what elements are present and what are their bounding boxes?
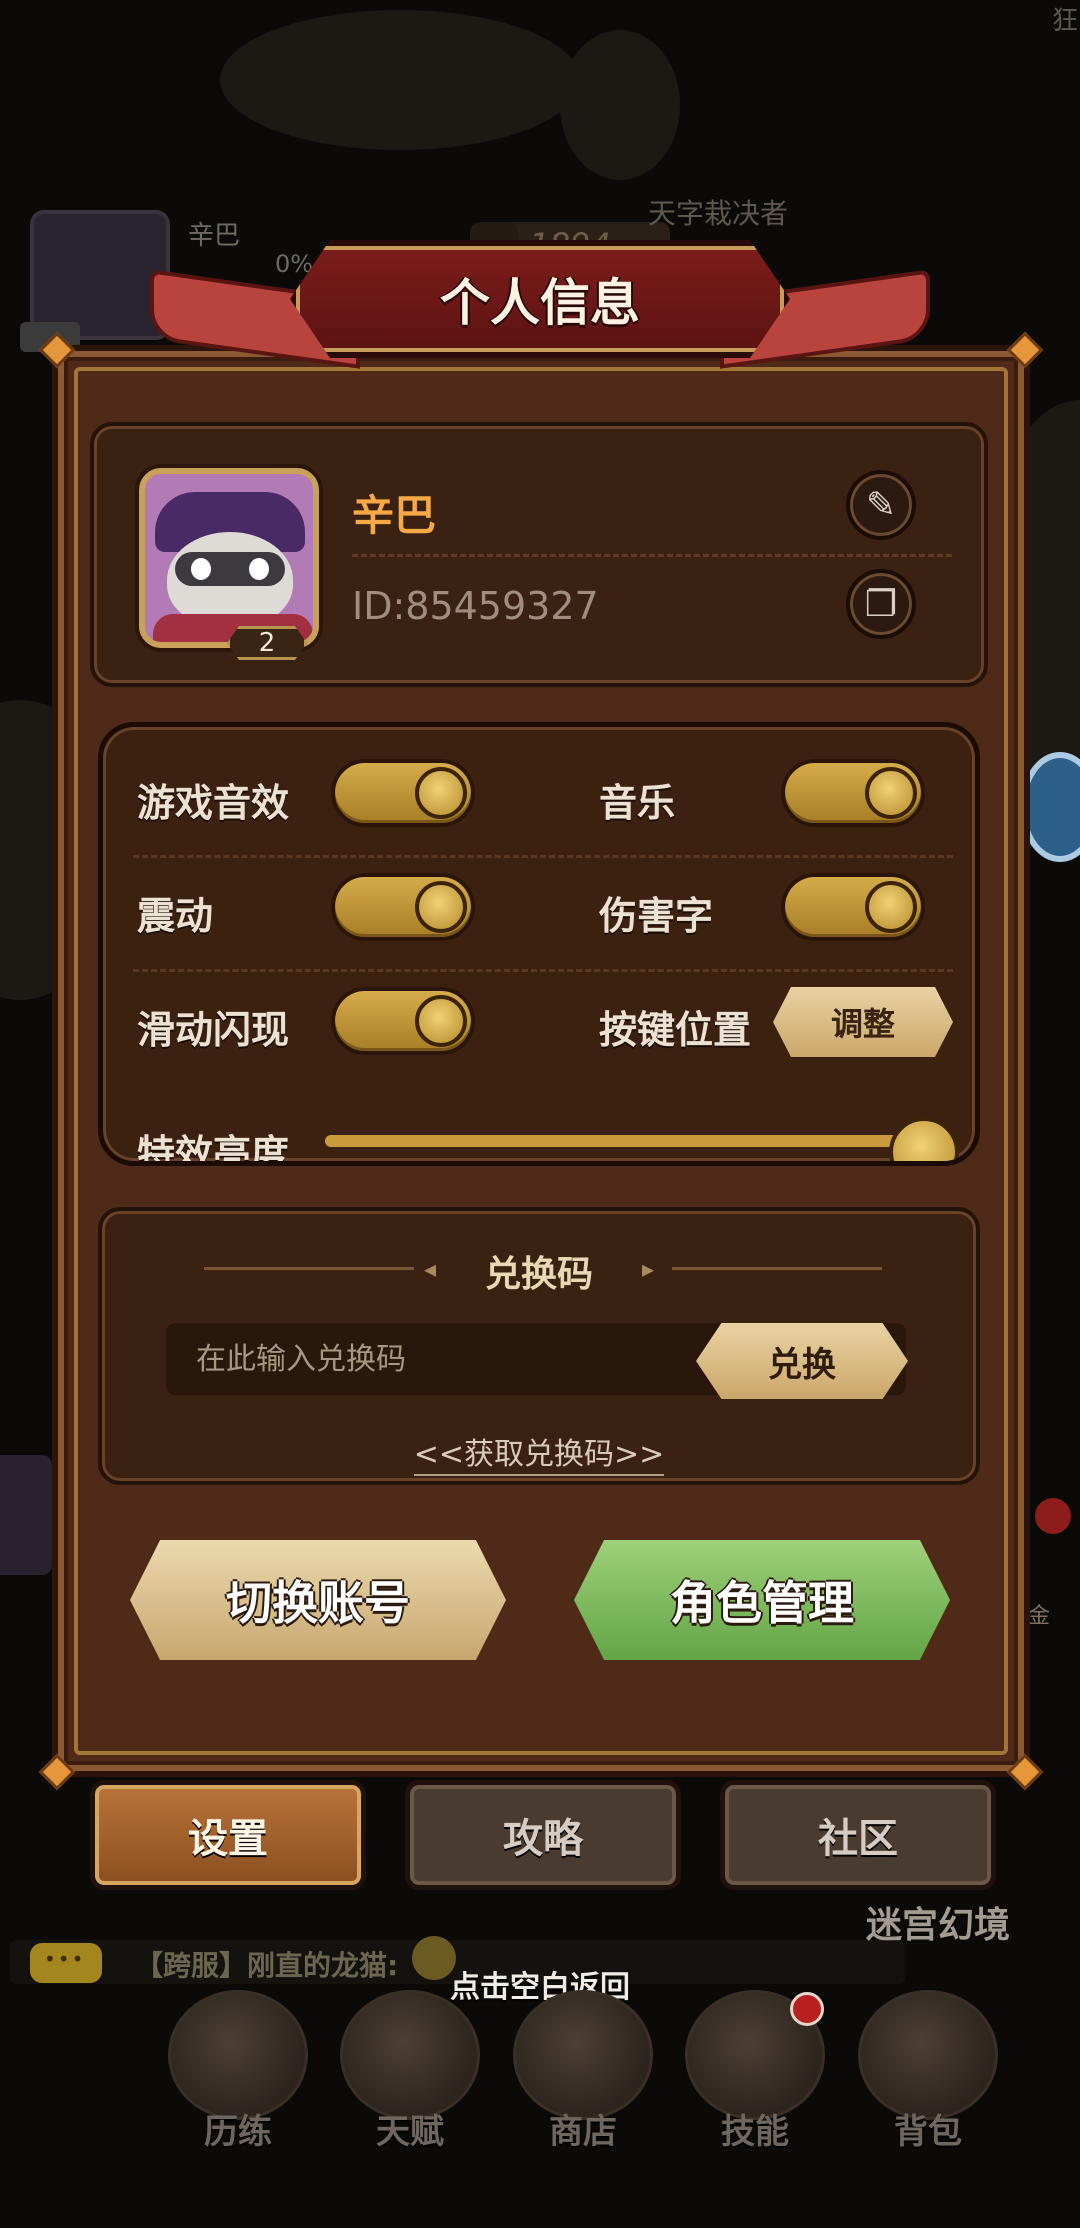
swipe-flash-toggle[interactable] [331,987,475,1055]
toggle-knob [415,881,467,933]
toggle-knob [865,881,917,933]
redeem-code-input[interactable] [196,1323,696,1395]
arrow-right-icon: ▸ [642,1255,655,1283]
sound-effects-toggle[interactable] [331,759,475,827]
copy-id-button[interactable]: ❐ [846,569,916,639]
avatar-eye [249,558,269,580]
notification-badge [1035,1498,1071,1534]
redeem-card: ◂ 兑换码 ▸ 兑换 <<获取兑换码>> [98,1207,980,1485]
divider [352,554,952,557]
toggle-knob [865,767,917,819]
adjust-key-position-button[interactable]: 调整 [773,987,953,1057]
nav-item-backpack[interactable]: 背包 [853,1990,1003,2170]
get-code-link[interactable]: <<获取兑换码>> [413,1437,665,1476]
sound-effects-label: 游戏音效 [137,781,290,825]
nav-item-talent[interactable]: 天赋 [335,1990,485,2170]
nav-item-skills[interactable]: 技能 [680,1990,830,2170]
level-badge: 2 [227,626,307,660]
background-shape [560,30,680,180]
backpack-icon [858,1990,998,2120]
vibration-toggle[interactable] [331,873,475,941]
dialog-title: 个人信息 [440,274,640,332]
settings-card: 游戏音效 音乐 震动 伤害字 滑动闪现 按键位置 调整 特效亮度 [98,722,980,1166]
background-right-text: 金 [1028,1604,1051,1629]
damage-numbers-toggle[interactable] [781,873,925,941]
edit-name-button[interactable]: ✎ [846,470,916,540]
copy-icon: ❐ [864,583,898,625]
talent-icon [340,1990,480,2120]
divider [133,969,953,972]
vibration-label: 震动 [137,894,214,938]
tab-guide[interactable]: 攻略 [405,1780,681,1890]
pencil-icon: ✎ [865,484,897,526]
notification-dot [790,1992,824,2026]
nav-label: 天赋 [376,2112,444,2152]
redeem-button[interactable]: 兑换 [696,1323,908,1399]
training-icon [168,1990,308,2120]
slider-handle[interactable] [889,1117,959,1161]
profile-card: 2 辛巴 ID:85459327 ✎ ❐ [90,422,988,687]
music-toggle[interactable] [781,759,925,827]
player-id: ID:85459327 [352,584,599,628]
divider [133,855,953,858]
nav-label: 技能 [721,2112,789,2152]
nav-item-training[interactable]: 历练 [163,1990,313,2170]
damage-numbers-label: 伤害字 [599,894,714,938]
effect-brightness-label: 特效亮度 [137,1132,290,1166]
tab-community[interactable]: 社区 [720,1780,996,1890]
decorative-line [672,1267,882,1270]
background-top-right-text: 狂 [1052,6,1079,36]
toggle-knob [415,995,467,1047]
switch-account-button[interactable]: 切换账号 [130,1540,506,1660]
shop-icon [513,1990,653,2120]
background-shape [220,10,580,150]
role-management-button[interactable]: 角色管理 [574,1540,950,1660]
toggle-knob [415,767,467,819]
side-scroll-icon[interactable] [0,1455,52,1575]
background-player-name: 辛巴 [188,221,241,251]
get-code-link-wrap: <<获取兑换码>> [102,1429,976,1476]
avatar[interactable] [139,468,319,648]
avatar-eye [191,558,211,580]
redeem-title: 兑换码 [484,1254,593,1295]
background-top-title: 天字栽决者 [648,197,789,230]
nav-label: 背包 [894,2112,962,2152]
player-name: 辛巴 [352,491,437,540]
swipe-flash-label: 滑动闪现 [137,1008,290,1052]
nav-label: 历练 [204,2112,272,2152]
background-player-avatar [30,210,170,340]
music-label: 音乐 [599,781,676,825]
dialog-title-plate: 个人信息 [290,240,790,358]
nav-label: 商店 [549,2112,617,2152]
bottom-nav: 历练 天赋 商店 技能 背包 [0,1990,1080,2170]
effect-brightness-slider[interactable] [325,1135,945,1147]
key-position-label: 按键位置 [599,1008,752,1052]
tab-settings[interactable]: 设置 [90,1780,366,1890]
nav-item-shop[interactable]: 商店 [508,1990,658,2170]
title-ribbon: 个人信息 [150,240,930,369]
